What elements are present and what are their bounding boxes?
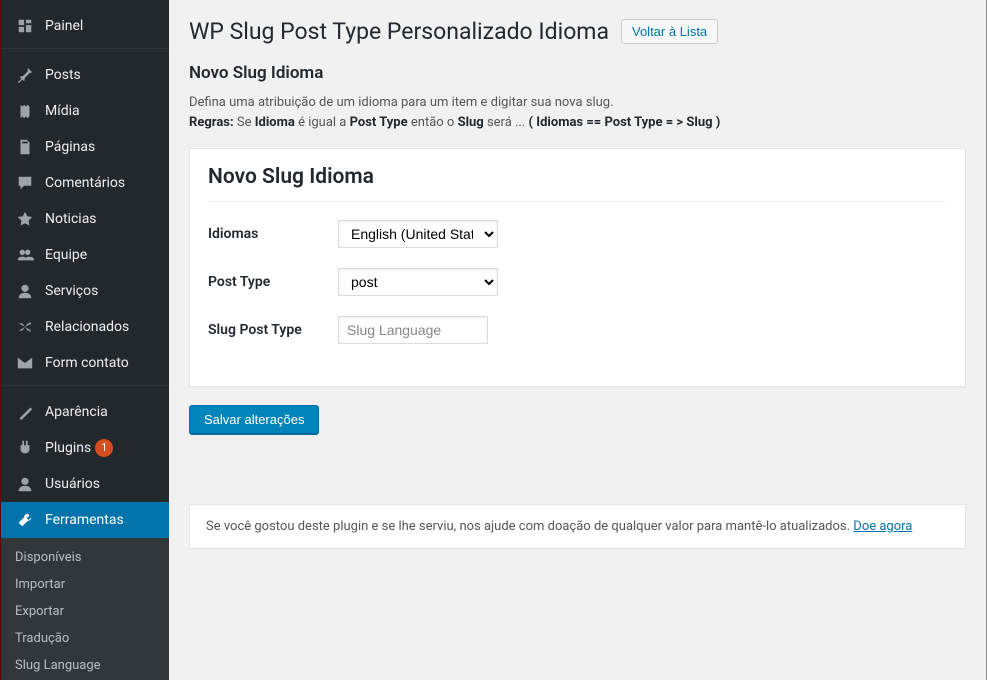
submenu-item-disponiveis[interactable]: Disponíveis (1, 544, 169, 571)
sidebar-item-posts[interactable]: Posts (1, 57, 169, 93)
sidebar-item-label: Posts (45, 67, 81, 83)
sidebar-item-relacionados[interactable]: Relacionados (1, 309, 169, 345)
sidebar-item-label: Usuários (45, 476, 100, 492)
submenu-item-traducao[interactable]: Tradução (1, 625, 169, 652)
sidebar-item-aparencia[interactable]: Aparência (1, 394, 169, 430)
submenu-ferramentas: Disponíveis Importar Exportar Tradução S… (1, 538, 169, 680)
donation-note: Se você gostou deste plugin e se lhe ser… (189, 504, 966, 549)
sidebar-item-comentarios[interactable]: Comentários (1, 165, 169, 201)
sidebar-item-noticias[interactable]: Noticias (1, 201, 169, 237)
sidebar-item-painel[interactable]: Painel (1, 8, 169, 44)
panel-heading: Novo Slug Idioma (208, 165, 947, 202)
sidebar-item-midia[interactable]: Mídia (1, 93, 169, 129)
save-button[interactable]: Salvar alterações (189, 405, 319, 434)
form-row-slug: Slug Post Type (208, 316, 947, 344)
posttype-label: Post Type (208, 274, 338, 290)
submenu-item-slug-language[interactable]: Slug Language (1, 652, 169, 679)
plugins-icon (15, 438, 35, 458)
groups-icon (15, 245, 35, 265)
users-icon (15, 474, 35, 494)
dashboard-icon (15, 16, 35, 36)
sidebar-item-form-contato[interactable]: Form contato (1, 345, 169, 381)
form-panel: Novo Slug Idioma Idiomas English (United… (189, 148, 966, 387)
sidebar-item-label: Relacionados (45, 319, 129, 335)
section-heading: Novo Slug Idioma (189, 63, 966, 83)
sidebar-item-servicos[interactable]: Serviços (1, 273, 169, 309)
menu-separator (1, 385, 169, 390)
sidebar-item-label: Equipe (45, 247, 87, 263)
donation-text: Se você gostou deste plugin e se lhe ser… (206, 519, 850, 534)
pages-icon (15, 137, 35, 157)
pin-icon (15, 65, 35, 85)
star-icon (15, 209, 35, 229)
sidebar-item-label: Mídia (45, 103, 80, 119)
user-icon (15, 281, 35, 301)
slug-input[interactable] (338, 316, 488, 344)
tools-icon (15, 510, 35, 530)
sidebar-item-usuarios[interactable]: Usuários (1, 466, 169, 502)
sidebar-item-label: Serviços (45, 283, 98, 299)
main-content: WP Slug Post Type Personalizado Idioma V… (169, 0, 986, 680)
section-description: Defina uma atribuição de um idioma para … (189, 93, 966, 113)
sidebar-item-label: Aparência (45, 404, 108, 420)
sidebar-item-label: Plugins (45, 440, 91, 456)
posttype-select[interactable]: post (338, 268, 498, 296)
admin-sidebar: Painel Posts Mídia Páginas Comentários N… (1, 0, 169, 680)
sidebar-item-equipe[interactable]: Equipe (1, 237, 169, 273)
sidebar-item-label: Comentários (45, 175, 125, 191)
donate-link[interactable]: Doe agora (853, 519, 912, 534)
menu-separator (1, 48, 169, 53)
submenu-item-exportar[interactable]: Exportar (1, 598, 169, 625)
page-title: WP Slug Post Type Personalizado Idioma (189, 18, 609, 45)
form-row-idiomas: Idiomas English (United States) (208, 220, 947, 248)
sidebar-item-paginas[interactable]: Páginas (1, 129, 169, 165)
sidebar-item-label: Painel (45, 18, 83, 34)
random-icon (15, 317, 35, 337)
back-to-list-button[interactable]: Voltar à Lista (621, 19, 718, 44)
sidebar-item-label: Form contato (45, 355, 129, 371)
page-header: WP Slug Post Type Personalizado Idioma V… (189, 18, 966, 45)
comments-icon (15, 173, 35, 193)
idiomas-label: Idiomas (208, 226, 338, 242)
section-rules: Regras: Se Idioma é igual a Post Type en… (189, 113, 966, 133)
sidebar-item-label: Ferramentas (45, 512, 124, 528)
sidebar-item-ferramentas[interactable]: Ferramentas (1, 502, 169, 538)
email-icon (15, 353, 35, 373)
slug-label: Slug Post Type (208, 322, 338, 338)
form-row-posttype: Post Type post (208, 268, 947, 296)
appearance-icon (15, 402, 35, 422)
media-icon (15, 101, 35, 121)
idiomas-select[interactable]: English (United States) (338, 220, 498, 248)
submenu-item-importar[interactable]: Importar (1, 571, 169, 598)
sidebar-item-label: Páginas (45, 139, 95, 155)
sidebar-item-label: Noticias (45, 211, 97, 227)
sidebar-item-plugins[interactable]: Plugins 1 (1, 430, 169, 466)
update-badge: 1 (95, 439, 113, 457)
